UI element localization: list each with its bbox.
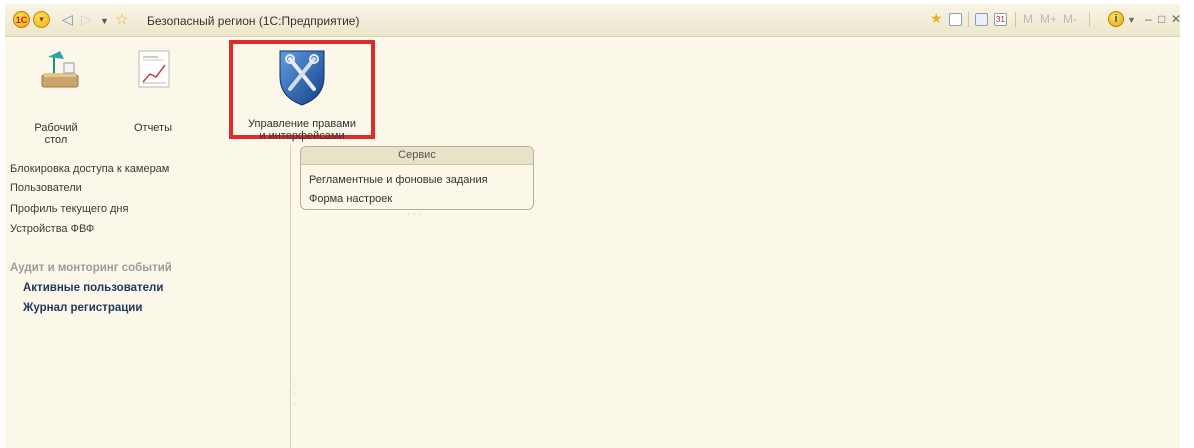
back-arrow-icon[interactable]: ◁ [62,11,73,28]
service-link-scheduled-jobs[interactable]: Регламентные и фоновые задания [309,174,488,186]
nav-link-users[interactable]: Пользователи [10,182,82,194]
app-logo-icon[interactable]: 1С [13,11,30,28]
info-icon[interactable]: i [1108,11,1124,27]
main-menu-button[interactable]: ▾ [33,11,50,28]
calculator-icon[interactable] [975,13,988,26]
history-dropdown-icon[interactable]: ▼ [100,13,109,30]
main-area: Блокировка доступа к камерам Пользовател… [5,145,1180,448]
window-edge [1180,0,1194,448]
favorites-add-icon[interactable]: ★ [930,10,943,27]
service-link-settings-form[interactable]: Форма настроек [309,193,392,205]
group-title-audit: Аудит и монторинг событий [10,262,172,274]
shield-tools-icon [279,50,325,106]
section-label: Рабочий [34,122,78,134]
section-desktop[interactable]: Рабочий стол [21,40,91,146]
navigation-panel: Блокировка доступа к камерам Пользовател… [5,145,291,448]
window-title: Безопасный регион (1С:Предприятие) [147,14,360,28]
minimize-button[interactable]: ‒ [1145,12,1152,26]
desk-lamp-icon [41,51,79,88]
nav-link-event-log[interactable]: Журнал регистрации [23,302,142,314]
memory-m-button[interactable]: M [1023,12,1033,26]
separator [1089,12,1090,27]
nav-link-active-users[interactable]: Активные пользователи [23,282,163,294]
sections-panel: Рабочий стол Отчеты Управление правами и… [5,37,1180,146]
section-label: Управление правами [248,118,356,130]
calendar-icon[interactable]: 31 [994,13,1007,26]
info-dropdown-icon[interactable]: ▼ [1127,15,1136,25]
title-bar: 1С ▾ ◁ ▷ ▼ ☆ Безопасный регион (1С:Предп… [5,4,1181,37]
memory-minus-button[interactable]: M- [1063,12,1077,26]
section-label: Отчеты [133,122,173,134]
forward-arrow-icon[interactable]: ▷ [81,11,92,28]
report-chart-icon [138,50,170,88]
service-group: Сервис Регламентные и фоновые задания Фо… [300,146,534,210]
maximize-button[interactable]: □ [1158,12,1165,26]
resize-handle[interactable]: ‘‘‘ [408,213,424,220]
section-label: и интерфейсами [259,130,345,142]
section-rights-management[interactable]: Управление правами и интерфейсами [229,40,375,142]
nav-link-day-profile[interactable]: Профиль текущего дня [10,203,128,215]
service-header: Сервис [301,147,533,165]
memory-plus-button[interactable]: M+ [1040,12,1057,26]
section-reports[interactable]: Отчеты [120,40,186,139]
panel-splitter[interactable]: ‘‘‘ [294,382,298,412]
nav-link-camera-access[interactable]: Блокировка доступа к камерам [10,163,169,175]
nav-link-devices[interactable]: Устройства ФВФ [10,223,94,235]
separator [968,12,969,27]
favorites-star-icon[interactable]: ☆ [115,11,128,28]
separator [1015,12,1016,27]
history-icon[interactable] [949,13,962,26]
